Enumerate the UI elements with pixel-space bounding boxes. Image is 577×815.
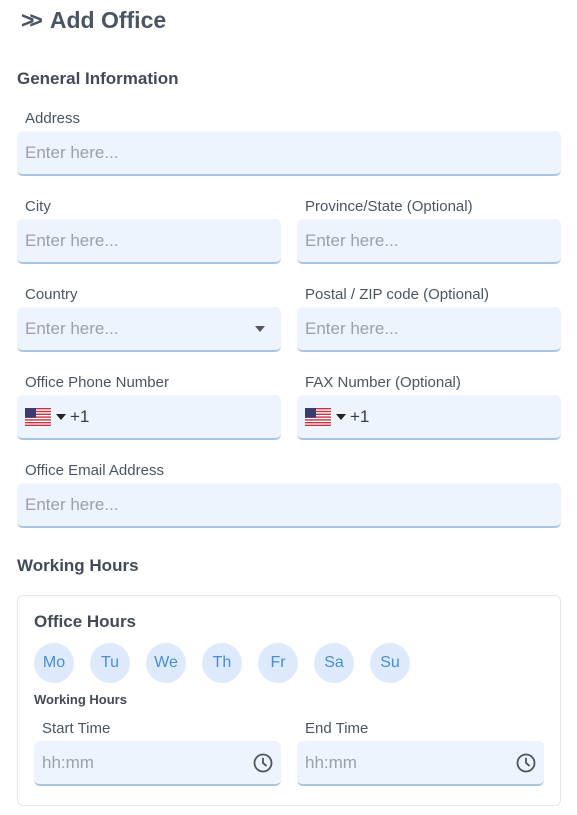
city-input[interactable] (25, 230, 273, 251)
page-header: >> Add Office (21, 4, 166, 36)
country-input[interactable] (25, 318, 255, 339)
address-input[interactable] (25, 142, 553, 163)
postal-input[interactable] (305, 318, 553, 339)
office-hours-card: Office Hours Mo Tu We Th Fr Sa Su Workin… (17, 595, 561, 806)
office-hours-title: Office Hours (34, 612, 137, 631)
working-hours-sublabel: Working Hours (34, 692, 127, 707)
caret-down-icon[interactable] (56, 413, 66, 420)
office-phone-field[interactable]: +1 (17, 395, 281, 440)
city-field[interactable] (17, 219, 281, 264)
country-code[interactable]: +1 (350, 407, 369, 427)
postal-label: Postal / ZIP code (Optional) (305, 286, 489, 303)
postal-field[interactable] (297, 307, 561, 352)
day-button-mo[interactable]: Mo (34, 643, 74, 683)
clock-icon[interactable] (253, 753, 273, 773)
address-field[interactable] (17, 131, 561, 176)
day-button-sa[interactable]: Sa (314, 643, 354, 683)
end-time-label: End Time (305, 720, 369, 737)
end-time-input[interactable] (305, 752, 516, 773)
working-hours-heading: Working Hours (17, 556, 139, 575)
clock-icon[interactable] (516, 753, 536, 773)
day-button-we[interactable]: We (146, 643, 186, 683)
email-input[interactable] (25, 494, 553, 515)
start-time-label: Start Time (42, 720, 111, 737)
caret-down-icon[interactable] (255, 325, 265, 332)
start-time-field[interactable] (34, 741, 281, 786)
province-input[interactable] (305, 230, 553, 251)
end-time-field[interactable] (297, 741, 544, 786)
day-button-th[interactable]: Th (202, 643, 242, 683)
start-time-input[interactable] (42, 752, 253, 773)
country-label: Country (25, 286, 78, 303)
us-flag-icon[interactable] (305, 407, 331, 426)
day-button-fr[interactable]: Fr (258, 643, 298, 683)
address-label: Address (25, 110, 81, 127)
province-field[interactable] (297, 219, 561, 264)
caret-down-icon[interactable] (336, 413, 346, 420)
day-button-tu[interactable]: Tu (90, 643, 130, 683)
us-flag-icon[interactable] (25, 407, 51, 426)
fax-field[interactable]: +1 (297, 395, 561, 440)
page-title: Add Office (49, 6, 167, 33)
day-selector: Mo Tu We Th Fr Sa Su (34, 643, 410, 683)
general-information-heading: General Information (17, 69, 179, 88)
country-code[interactable]: +1 (70, 407, 89, 427)
email-label: Office Email Address (25, 462, 164, 479)
fax-label: FAX Number (Optional) (305, 374, 461, 391)
city-label: City (25, 198, 51, 215)
double-chevron-right-icon[interactable]: >> (21, 7, 43, 34)
day-button-su[interactable]: Su (370, 643, 410, 683)
office-phone-label: Office Phone Number (25, 374, 169, 391)
email-field[interactable] (17, 483, 561, 528)
province-label: Province/State (Optional) (305, 198, 473, 215)
country-select[interactable] (17, 307, 281, 352)
